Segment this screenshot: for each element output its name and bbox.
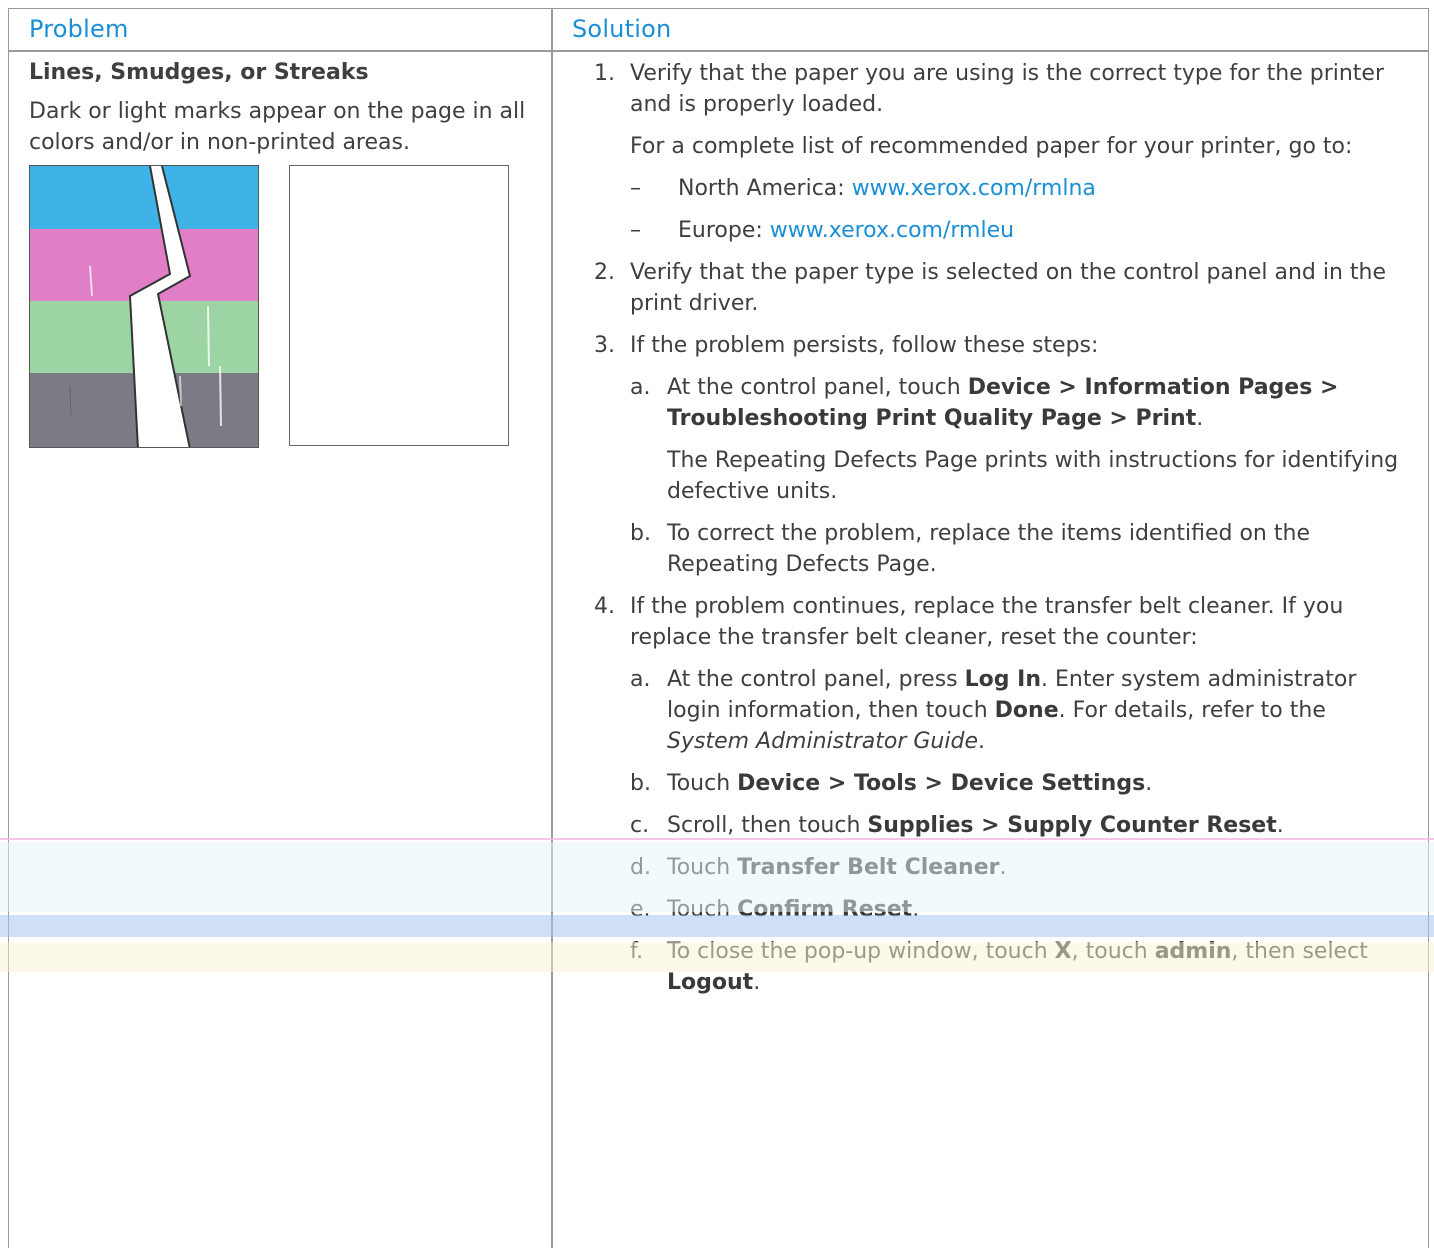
problem-title: Lines, Smudges, or Streaks bbox=[29, 60, 369, 85]
problem-column: Lines, Smudges, or Streaks Dark or light… bbox=[29, 58, 529, 158]
step-text: Verify that the paper you are using is t… bbox=[630, 61, 1385, 117]
link-label: Europe: bbox=[678, 218, 770, 243]
substep-letter: f. bbox=[630, 939, 644, 964]
substep-text: To correct the problem, replace the item… bbox=[667, 521, 1310, 577]
solution-header: Solution bbox=[572, 15, 672, 43]
problem-description: Dark or light marks appear on the page i… bbox=[29, 99, 526, 155]
step-1-note: For a complete list of recommended paper… bbox=[630, 134, 1353, 159]
step-number: 2. bbox=[594, 260, 615, 285]
substep-letter: b. bbox=[630, 521, 651, 546]
step-1: 1. Verify that the paper you are using i… bbox=[594, 58, 1409, 120]
link-label: North America: bbox=[678, 176, 852, 201]
link-item-north-america: – North America: www.xerox.com/rmlna bbox=[594, 173, 1409, 204]
step-3a-note: The Repeating Defects Page prints with i… bbox=[667, 448, 1399, 504]
step-text: If the problem persists, follow these st… bbox=[630, 333, 1099, 358]
step-4f: f. To close the pop-up window, touch X, … bbox=[594, 936, 1409, 998]
step-number: 4. bbox=[594, 594, 615, 619]
streaked-print-sample bbox=[29, 165, 259, 448]
tear-line-icon bbox=[69, 166, 222, 447]
substep-letter: a. bbox=[630, 375, 651, 400]
dash: – bbox=[630, 176, 641, 201]
step-text: If the problem continues, replace the tr… bbox=[630, 594, 1344, 650]
step-4a: a. At the control panel, press Log In. E… bbox=[594, 664, 1409, 757]
step-3: 3. If the problem persists, follow these… bbox=[594, 330, 1409, 361]
solution-column: 1. Verify that the paper you are using i… bbox=[594, 58, 1409, 998]
europe-link[interactable]: www.xerox.com/rmleu bbox=[770, 218, 1014, 243]
substep-letter: c. bbox=[630, 813, 650, 838]
dash: – bbox=[630, 218, 641, 243]
step-number: 3. bbox=[594, 333, 615, 358]
step-4d: d. Touch Transfer Belt Cleaner. bbox=[594, 852, 1409, 883]
substep-letter: e. bbox=[630, 897, 651, 922]
step-2: 2. Verify that the paper type is selecte… bbox=[594, 257, 1409, 319]
substep-letter: d. bbox=[630, 855, 651, 880]
step-4e: e. Touch Confirm Reset. bbox=[594, 894, 1409, 925]
step-4: 4. If the problem continues, replace the… bbox=[594, 591, 1409, 653]
step-3b: b. To correct the problem, replace the i… bbox=[594, 518, 1409, 580]
header-divider bbox=[8, 50, 1429, 52]
step-text: Verify that the paper type is selected o… bbox=[630, 260, 1387, 316]
substep-letter: b. bbox=[630, 771, 651, 796]
column-divider bbox=[551, 8, 553, 1248]
substep-letter: a. bbox=[630, 667, 651, 692]
problem-header: Problem bbox=[29, 15, 129, 43]
link-item-europe: – Europe: www.xerox.com/rmleu bbox=[594, 215, 1409, 246]
step-4c: c. Scroll, then touch Supplies > Supply … bbox=[594, 810, 1409, 841]
step-number: 1. bbox=[594, 61, 615, 86]
north-america-link[interactable]: www.xerox.com/rmlna bbox=[852, 176, 1096, 201]
step-4b: b. Touch Device > Tools > Device Setting… bbox=[594, 768, 1409, 799]
blank-print-sample bbox=[289, 165, 509, 446]
step-3a: a. At the control panel, touch Device > … bbox=[594, 372, 1409, 434]
